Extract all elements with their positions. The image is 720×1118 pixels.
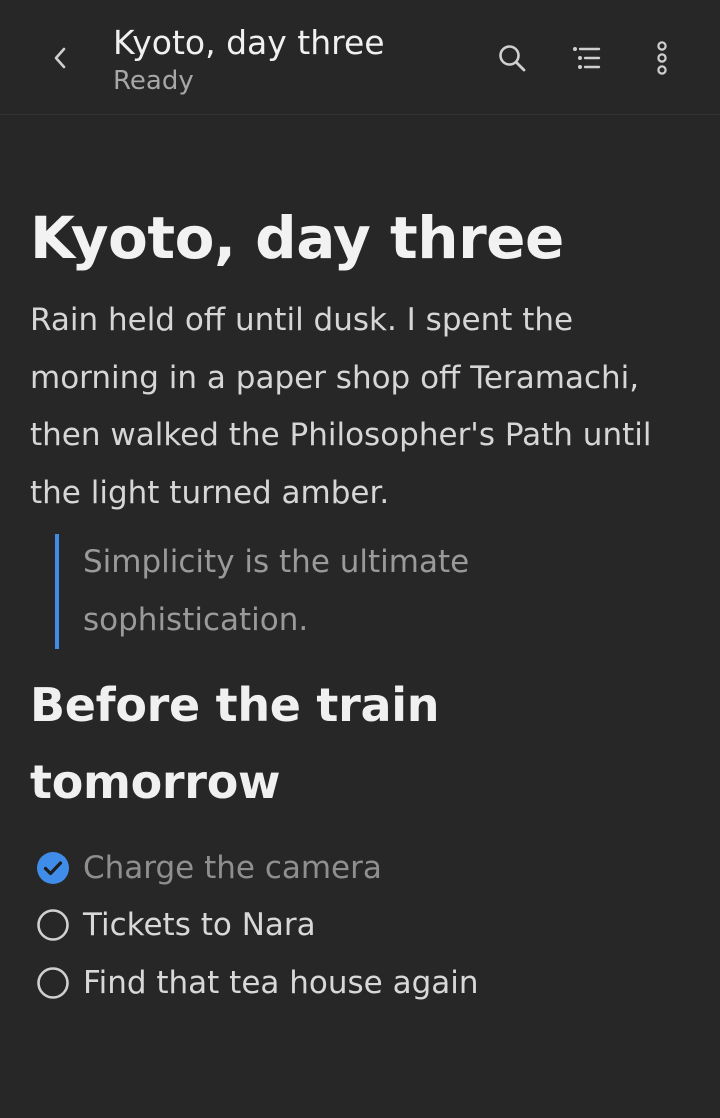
task-item: Tickets to Nara [30, 897, 700, 955]
task-label[interactable]: Find that tea house again [83, 965, 479, 1001]
back-button[interactable] [40, 38, 80, 78]
more-options-button[interactable] [642, 38, 682, 78]
document-heading[interactable]: Kyoto, day three [30, 195, 700, 281]
outline-icon [573, 47, 601, 69]
title-block: Kyoto, day three Ready [113, 22, 385, 98]
task-checkbox[interactable] [36, 966, 70, 1000]
blockquote[interactable]: Simplicity is the ultimate sophisticatio… [55, 534, 643, 649]
document-title: Kyoto, day three [113, 23, 385, 62]
outline-button[interactable] [567, 38, 607, 78]
chevron-left-icon [54, 47, 66, 69]
task-checkbox[interactable] [36, 908, 70, 942]
top-app-bar: Kyoto, day three Ready [0, 0, 720, 115]
sync-status: Ready [113, 66, 194, 96]
task-label[interactable]: Tickets to Nara [83, 907, 316, 943]
empty-circle-icon [37, 966, 69, 999]
section-heading[interactable]: Before the train tomorrow [30, 667, 630, 821]
document-body[interactable]: Kyoto, day three Rain held off until dus… [30, 195, 700, 1012]
task-item: Find that tea house again [30, 954, 700, 1012]
more-vertical-icon [657, 41, 667, 75]
task-checkbox[interactable] [36, 851, 70, 885]
search-icon [499, 45, 526, 72]
checked-circle-icon [37, 851, 69, 884]
body-paragraph[interactable]: Rain held off until dusk. I spent the mo… [30, 292, 670, 522]
empty-circle-icon [37, 909, 69, 942]
search-button[interactable] [492, 38, 532, 78]
task-label[interactable]: Charge the camera [83, 850, 382, 886]
task-item: Charge the camera [30, 839, 700, 897]
task-list: Charge the camera Tickets to Nara Find t… [30, 839, 700, 1012]
